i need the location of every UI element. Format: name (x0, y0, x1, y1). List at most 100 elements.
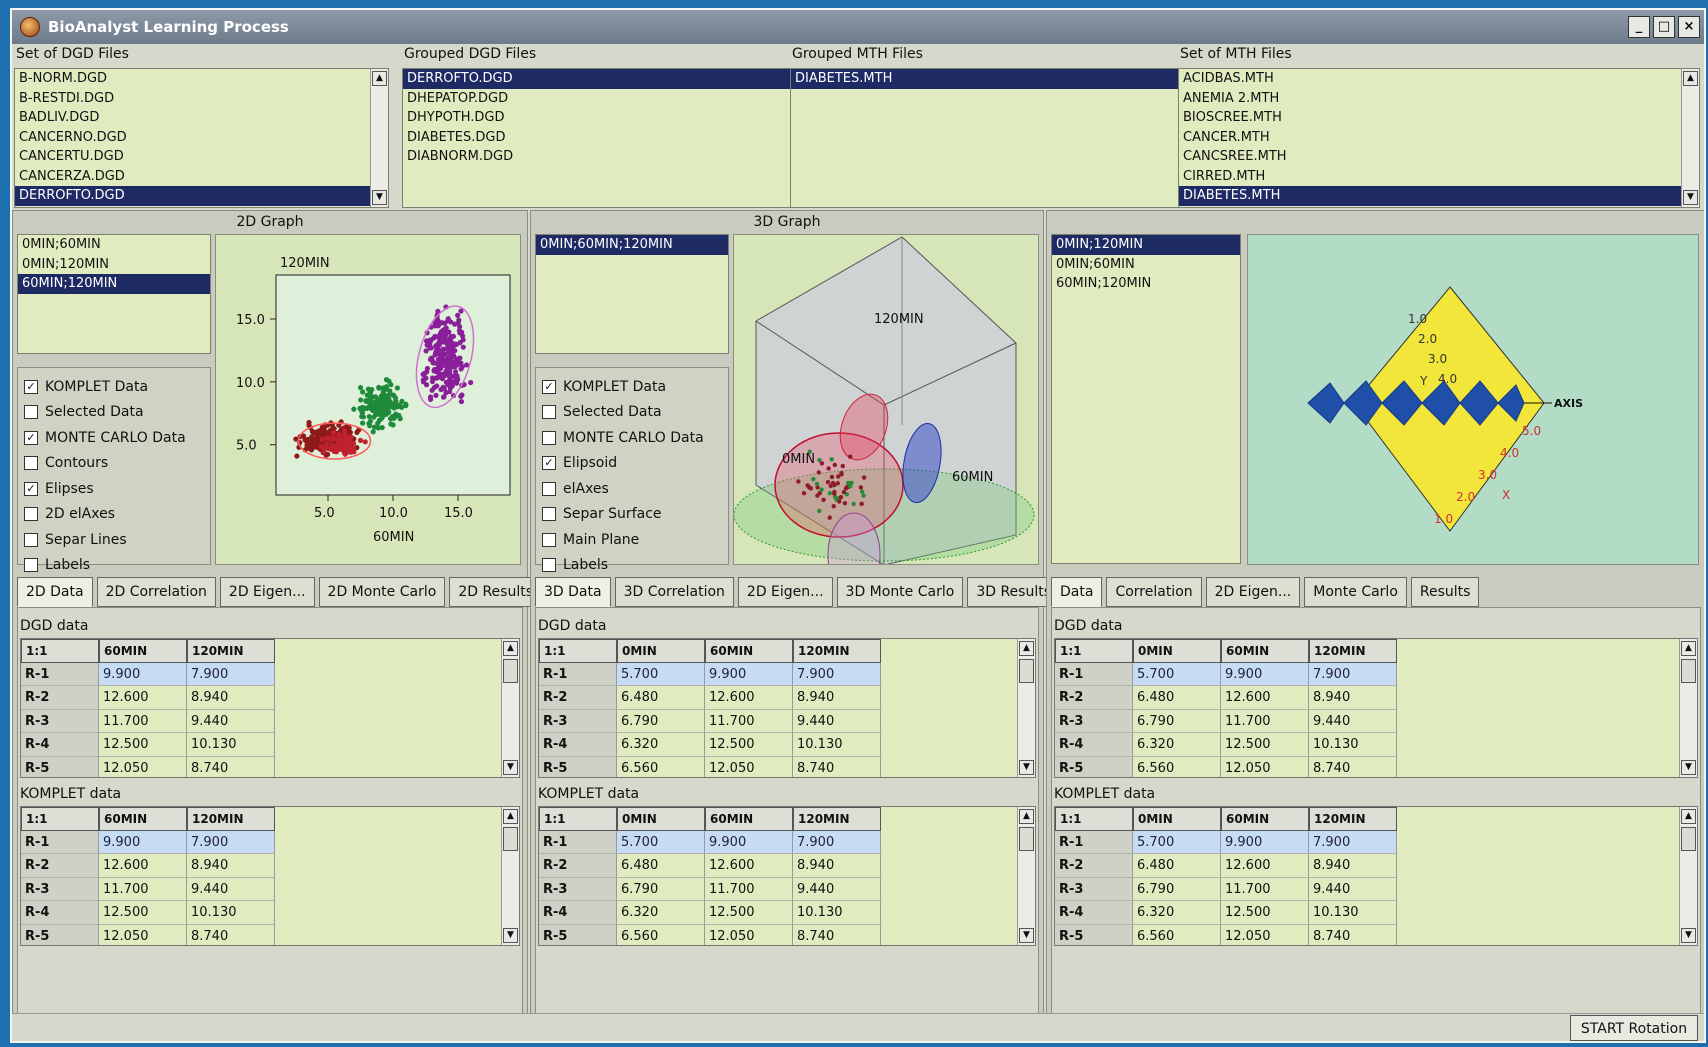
column-header[interactable]: 60MIN (705, 639, 793, 663)
table-cell[interactable]: R-3 (1055, 877, 1133, 901)
table-row[interactable]: R-3 11.700 9.440 (21, 709, 519, 733)
graph-area-1[interactable]: 120MIN 60MIN 15.0 10.0 5.0 5.0 10.0 15.0 (215, 234, 521, 565)
scroll-down-icon[interactable]: ▼ (503, 928, 518, 943)
table-cell[interactable]: R-1 (1055, 830, 1133, 854)
column-header[interactable]: 1:1 (21, 807, 99, 831)
scroll-down-icon[interactable]: ▼ (1681, 928, 1696, 943)
axis-combination-list[interactable]: 0MIN;60MIN;120MIN (535, 234, 729, 354)
table-cell[interactable]: 12.500 (99, 901, 187, 925)
diamond-plot[interactable]: 1.02.03.04.05.04.03.02.01.0YXAXIS (1248, 235, 1699, 565)
file-list-item[interactable]: CANCERTU.DGD (15, 147, 370, 167)
column-header[interactable]: 60MIN (1221, 807, 1309, 831)
table-cell[interactable]: 6.790 (617, 877, 705, 901)
axis-combination-item[interactable]: 0MIN;60MIN (1052, 255, 1240, 275)
option-checkbox[interactable]: ✓ Elipses (18, 476, 210, 502)
table-cell[interactable]: 12.500 (705, 733, 793, 757)
file-list-4[interactable]: ACIDBAS.MTH ANEMIA 2.MTH BIOSCREE.MTH CANCE… (1178, 68, 1700, 208)
file-list-item[interactable]: B-NORM.DGD (15, 69, 370, 89)
table-cell[interactable]: 7.900 (187, 830, 275, 854)
list-scrollbar[interactable]: ▲ ▼ (370, 69, 388, 207)
table-cell[interactable]: 12.600 (99, 686, 187, 710)
table-cell[interactable]: R-4 (1055, 733, 1133, 757)
file-list-1[interactable]: B-NORM.DGD B-RESTDI.DGD BADLIV.DGD CANCERNO… (14, 68, 389, 208)
table-cell[interactable]: 6.320 (617, 901, 705, 925)
table-row[interactable]: R-3 6.790 11.700 9.440 (1055, 877, 1697, 901)
table-cell[interactable]: 8.940 (793, 686, 881, 710)
option-checkbox[interactable]: ✓ KOMPLET Data (536, 374, 728, 400)
table-cell[interactable]: R-5 (21, 924, 99, 945)
column-header[interactable]: 120MIN (187, 807, 275, 831)
table-cell[interactable]: R-5 (21, 756, 99, 777)
axis-combination-item[interactable]: 0MIN;60MIN (18, 235, 210, 255)
table-cell[interactable]: 12.500 (99, 733, 187, 757)
option-checkbox[interactable]: Selected Data (536, 400, 728, 426)
file-list-item[interactable]: DHYPOTH.DGD (403, 108, 791, 128)
start-rotation-button[interactable]: START Rotation (1570, 1015, 1698, 1041)
table-cell[interactable]: 9.440 (793, 709, 881, 733)
table-cell[interactable]: 9.440 (187, 709, 275, 733)
checkbox-icon[interactable]: ✓ (24, 430, 38, 445)
table-cell[interactable]: 6.320 (1133, 901, 1221, 925)
file-list-item[interactable]: CANCERZA.DGD (15, 167, 370, 187)
table-cell[interactable]: R-2 (1055, 854, 1133, 878)
table-cell[interactable]: 8.740 (1309, 756, 1397, 777)
table-cell[interactable]: R-2 (1055, 686, 1133, 710)
table-cell[interactable]: 8.940 (187, 686, 275, 710)
option-checkbox[interactable]: Labels (18, 553, 210, 579)
table-cell[interactable]: 6.560 (1133, 924, 1221, 945)
table-cell[interactable]: 6.480 (1133, 854, 1221, 878)
list-scrollbar[interactable]: ▲ ▼ (1681, 69, 1699, 207)
file-list-item[interactable]: DIABNORM.DGD (403, 147, 791, 167)
close-button[interactable]: × (1678, 16, 1700, 38)
table-cell[interactable]: 9.900 (99, 662, 187, 686)
option-checkbox[interactable]: Separ Surface (536, 502, 728, 528)
file-list-item[interactable]: DIABETES.DGD (403, 128, 791, 148)
table-row[interactable]: R-1 5.700 9.900 7.900 (539, 830, 1035, 854)
tab-2[interactable]: Correlation (1106, 577, 1202, 607)
scroll-down-icon[interactable]: ▼ (372, 190, 387, 205)
option-checkbox[interactable]: elAxes (536, 476, 728, 502)
table-row[interactable]: R-4 6.320 12.500 10.130 (539, 733, 1035, 757)
column-header[interactable]: 120MIN (1309, 639, 1397, 663)
table-cell[interactable]: 9.440 (793, 877, 881, 901)
table-scrollbar[interactable]: ▲ ▼ (1679, 807, 1697, 945)
table-row[interactable]: R-1 9.900 7.900 (21, 830, 519, 854)
scroll-thumb[interactable] (1681, 827, 1696, 851)
table-cell[interactable]: 12.050 (99, 756, 187, 777)
table-row[interactable]: R-3 6.790 11.700 9.440 (539, 877, 1035, 901)
scroll-down-icon[interactable]: ▼ (1019, 760, 1034, 775)
scroll-up-icon[interactable]: ▲ (503, 641, 518, 656)
graph-area-3[interactable]: 1.0 2.0 3.0 4.0 5.0 4.0 3.0 2.0 1.0 Y X AXIS (1247, 234, 1699, 565)
file-list-item[interactable]: DIABETES.MTH (1179, 186, 1681, 206)
scroll-down-icon[interactable]: ▼ (503, 760, 518, 775)
file-list-item[interactable]: DIABETES.MTH (791, 69, 1179, 89)
table-cell[interactable]: 6.560 (1133, 756, 1221, 777)
scroll-down-icon[interactable]: ▼ (1681, 760, 1696, 775)
column-header[interactable]: 1:1 (1055, 807, 1133, 831)
scroll-up-icon[interactable]: ▲ (1019, 641, 1034, 656)
table-cell[interactable]: 12.600 (99, 854, 187, 878)
scroll-thumb[interactable] (1019, 659, 1034, 683)
table-scrollbar[interactable]: ▲ ▼ (1679, 639, 1697, 777)
tab-2[interactable]: 2D Correlation (96, 577, 216, 607)
file-list-item[interactable]: CANCER.MTH (1179, 128, 1681, 148)
table-cell[interactable]: 12.050 (99, 924, 187, 945)
table-cell[interactable]: 8.940 (187, 854, 275, 878)
table-row[interactable]: R-3 6.790 11.700 9.440 (539, 709, 1035, 733)
table-cell[interactable]: 11.700 (705, 877, 793, 901)
axis-combination-list[interactable]: 0MIN;60MIN 0MIN;120MIN 60MIN;120MIN (17, 234, 211, 354)
table-cell[interactable]: 6.320 (617, 733, 705, 757)
scroll-down-icon[interactable]: ▼ (1019, 928, 1034, 943)
komplet-data-table[interactable]: 1:1 0MIN 60MIN 120MIN R-1 5.700 9.900 7.900 R-2 6… (1054, 806, 1698, 946)
table-cell[interactable]: 6.480 (617, 854, 705, 878)
column-header[interactable]: 0MIN (1133, 639, 1221, 663)
table-row[interactable]: R-5 6.560 12.050 8.740 (539, 756, 1035, 777)
table-cell[interactable]: R-1 (1055, 662, 1133, 686)
table-cell[interactable]: 5.700 (617, 830, 705, 854)
table-row[interactable]: R-4 12.500 10.130 (21, 733, 519, 757)
file-list-item[interactable]: ANEMIA 2.MTH (1179, 89, 1681, 109)
table-cell[interactable]: 12.600 (705, 686, 793, 710)
checkbox-icon[interactable] (542, 558, 556, 573)
table-cell[interactable]: 11.700 (1221, 709, 1309, 733)
tab-2[interactable]: 3D Correlation (614, 577, 734, 607)
